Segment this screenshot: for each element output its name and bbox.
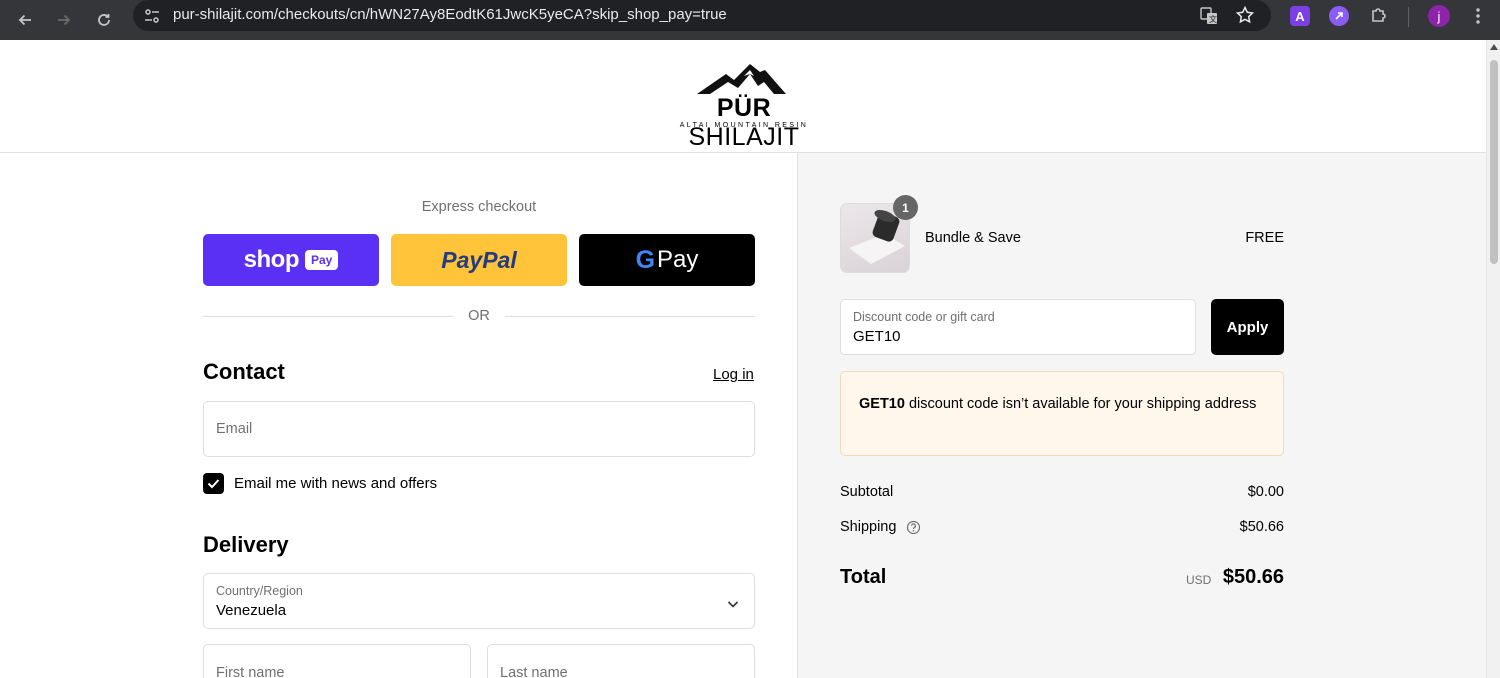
translate-icon[interactable]: 文 [1199, 6, 1219, 31]
first-name-field[interactable]: First name [203, 644, 471, 678]
notice-code: GET10 [859, 396, 905, 412]
paypal-logo: PayPal [441, 246, 517, 273]
paypal-button[interactable]: PayPal [391, 234, 567, 286]
extensions-puzzle-icon[interactable] [1369, 5, 1389, 30]
notice-message: discount code isn’t available for your s… [904, 396, 1257, 412]
svg-text:文: 文 [1209, 14, 1217, 24]
total-value: $50.66 [1222, 566, 1284, 588]
pur-shilajit-logo[interactable]: PÜR SHILAJIT ALTAI MOUNTAIN RESIN [664, 62, 824, 151]
scroll-thumb[interactable] [1490, 60, 1498, 264]
browser-toolbar: pur-shilajit.com/checkouts/cn/hWN27Ay8Eo… [0, 0, 1500, 40]
logo-tagline: ALTAI MOUNTAIN RESIN [679, 122, 809, 129]
google-g-icon: G [635, 245, 656, 274]
country-region-select[interactable]: Country/Region Venezuela [203, 573, 755, 629]
or-label: OR [468, 308, 490, 324]
discount-label: Discount code or gift card [853, 310, 995, 324]
forward-icon[interactable] [48, 4, 80, 36]
menu-kebab-icon[interactable] [1470, 6, 1486, 31]
google-pay-label: Pay [657, 246, 699, 273]
bookmark-star-icon[interactable] [1235, 5, 1255, 30]
shop-pay-badge: Pay [304, 250, 339, 270]
last-name-placeholder: Last name [500, 665, 568, 678]
chevron-down-icon [727, 596, 739, 614]
site-header: PÜR SHILAJIT ALTAI MOUNTAIN RESIN [0, 40, 1486, 153]
divider-line-right [505, 316, 755, 317]
contact-title: Contact [203, 359, 285, 384]
delivery-title: Delivery [203, 532, 289, 557]
scroll-up-arrow-icon[interactable] [1490, 44, 1498, 50]
shop-pay-button[interactable]: shop Pay [203, 234, 379, 286]
extension-a-icon[interactable]: A [1290, 6, 1310, 26]
first-name-placeholder: First name [216, 665, 285, 678]
newsletter-label[interactable]: Email me with news and offers [234, 475, 437, 492]
email-placeholder: Email [216, 421, 253, 437]
log-in-link[interactable]: Log in [713, 366, 754, 383]
total-label: Total [840, 566, 887, 588]
last-name-field[interactable]: Last name [487, 644, 755, 678]
divider-line-left [203, 316, 453, 317]
shipping-value: $50.66 [1239, 519, 1284, 535]
reload-icon[interactable] [88, 4, 120, 36]
express-checkout-label: Express checkout [421, 199, 537, 215]
newsletter-checkbox[interactable] [203, 473, 224, 494]
page-scrollbar[interactable] [1486, 40, 1500, 678]
help-circle-icon[interactable] [906, 520, 921, 539]
extension-link-icon[interactable] [1329, 6, 1349, 26]
or-divider: OR [203, 308, 755, 326]
logo-main: PÜR [716, 94, 772, 122]
discount-value: GET10 [853, 328, 901, 345]
discount-code-input[interactable]: Discount code or gift card GET10 [840, 299, 1196, 355]
check-icon [207, 479, 220, 489]
country-label: Country/Region [216, 584, 303, 598]
subtotal-label: Subtotal [840, 484, 894, 500]
profile-avatar[interactable]: j [1428, 5, 1450, 27]
discount-error-notice: GET10 discount code isn’t available for … [840, 371, 1284, 456]
shipping-label: Shipping [840, 519, 897, 535]
site-settings-icon[interactable] [143, 7, 161, 30]
back-icon[interactable] [9, 4, 41, 36]
shop-pay-brand: shop [243, 246, 300, 273]
url-text[interactable]: pur-shilajit.com/checkouts/cn/hWN27Ay8Eo… [173, 6, 727, 23]
country-value: Venezuela [216, 602, 287, 619]
mountain-logo-icon [697, 64, 786, 94]
toolbar-divider [1408, 7, 1409, 27]
quantity-badge: 1 [893, 195, 918, 220]
google-pay-button[interactable]: G Pay [579, 234, 755, 286]
subtotal-value: $0.00 [1247, 484, 1284, 500]
product-price: FREE [1245, 230, 1284, 246]
address-bar[interactable]: pur-shilajit.com/checkouts/cn/hWN27Ay8Eo… [133, 0, 1271, 31]
product-name: Bundle & Save [925, 230, 1021, 246]
email-field[interactable]: Email [203, 401, 755, 457]
apply-button[interactable]: Apply [1211, 299, 1284, 355]
